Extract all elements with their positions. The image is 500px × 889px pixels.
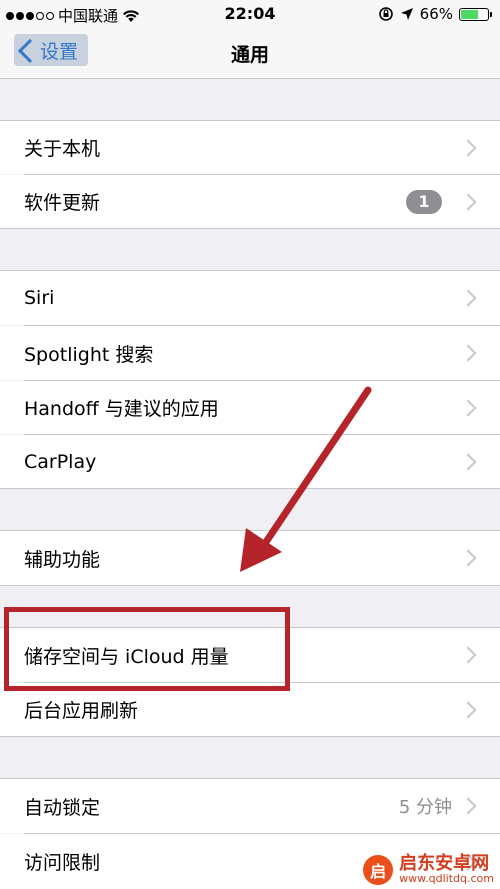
watermark-brand: 启东安卓网 <box>399 852 490 874</box>
annotation-highlight-box <box>4 607 290 691</box>
watermark: 启 启东安卓网 www.qdlitdq.com <box>363 852 494 886</box>
annotation-arrow <box>240 386 372 572</box>
watermark-url: www.qdlitdq.com <box>399 872 494 886</box>
watermark-logo-icon: 启 <box>363 854 394 885</box>
